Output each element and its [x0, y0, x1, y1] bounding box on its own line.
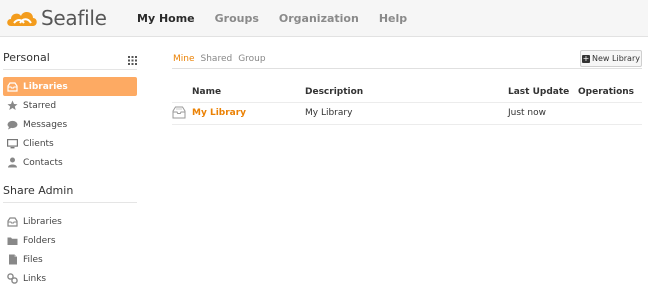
column-header-description: Description: [305, 87, 364, 97]
plus-icon: +: [582, 53, 591, 63]
nav-my-home[interactable]: My Home: [137, 12, 195, 25]
sidebar-item-starred[interactable]: Starred: [3, 96, 137, 115]
monitor-icon: [7, 138, 18, 149]
new-library-button[interactable]: + New Library: [580, 50, 642, 67]
personal-heading: Personal: [3, 51, 137, 70]
column-header-operations: Operations: [578, 87, 635, 97]
share-admin-heading: Share Admin: [3, 184, 137, 203]
sidebar-item-files[interactable]: Files: [3, 250, 137, 269]
library-name-link[interactable]: My Library: [192, 108, 246, 118]
link-icon: [7, 273, 18, 284]
sidebar: Personal Libraries Starred Messages Clie…: [0, 37, 145, 287]
nav-help[interactable]: Help: [379, 12, 407, 25]
sidebar-item-folders[interactable]: Folders: [3, 231, 137, 250]
tabs-divider: [172, 68, 642, 69]
column-header-name[interactable]: Name: [192, 87, 221, 97]
tab-mine[interactable]: Mine: [173, 54, 195, 64]
libraries-icon: [7, 81, 18, 92]
user-icon: [7, 157, 18, 168]
sidebar-item-messages[interactable]: Messages: [3, 115, 137, 134]
library-description: My Library: [305, 108, 353, 118]
sidebar-item-label: Libraries: [23, 216, 62, 227]
sidebar-item-share-libraries[interactable]: Libraries: [3, 212, 137, 231]
main-nav: My Home Groups Organization Help: [137, 0, 427, 37]
sidebar-item-label: Contacts: [23, 157, 63, 168]
nav-organization[interactable]: Organization: [279, 12, 359, 25]
table-header-divider: [172, 102, 642, 103]
top-header: Seafile My Home Groups Organization Help: [0, 0, 648, 37]
sidebar-item-label: Links: [23, 273, 47, 284]
sidebar-item-contacts[interactable]: Contacts: [3, 153, 137, 172]
sidebar-item-label: Starred: [23, 100, 57, 111]
sidebar-item-libraries[interactable]: Libraries: [3, 77, 137, 96]
sidebar-item-clients[interactable]: Clients: [3, 134, 137, 153]
tab-group[interactable]: Group: [238, 54, 265, 64]
new-library-label: New Library: [592, 54, 640, 63]
sidebar-item-label: Clients: [23, 138, 54, 149]
brand-name: Seafile: [41, 6, 107, 30]
column-header-last-update[interactable]: Last Update: [508, 87, 569, 97]
sidebar-item-label: Messages: [23, 119, 68, 130]
library-last-update: Just now: [508, 108, 547, 118]
message-icon: [7, 119, 18, 130]
libraries-icon: [7, 216, 18, 227]
table-row-divider: [172, 124, 642, 125]
library-tabs: Mine Shared Group: [173, 54, 272, 64]
logo-cloud-icon: [7, 12, 37, 26]
seafile-logo[interactable]: Seafile: [5, 4, 107, 32]
sidebar-item-label: Files: [23, 254, 43, 265]
sidebar-item-links[interactable]: Links: [3, 269, 137, 287]
sidebar-item-label: Folders: [23, 235, 56, 246]
star-icon: [7, 100, 18, 111]
library-icon: [172, 106, 186, 119]
folder-icon: [7, 235, 18, 246]
sidebar-item-label: Libraries: [23, 81, 68, 92]
grid-view-icon[interactable]: [128, 56, 137, 65]
tab-shared[interactable]: Shared: [201, 54, 233, 64]
file-icon: [7, 254, 18, 265]
nav-groups[interactable]: Groups: [215, 12, 259, 25]
